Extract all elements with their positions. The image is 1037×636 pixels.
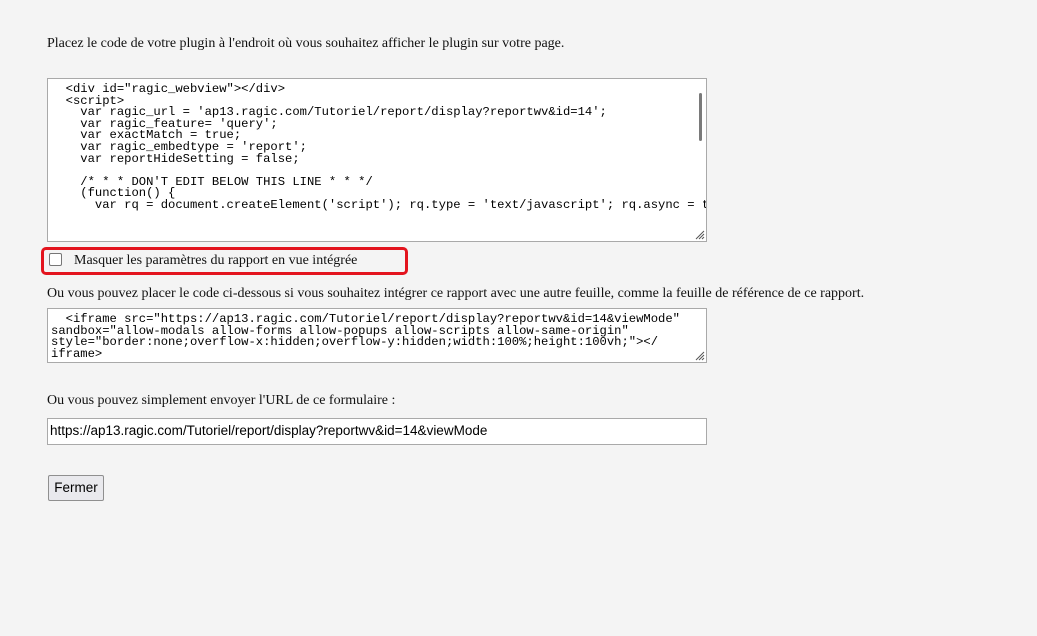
close-button[interactable]: Fermer xyxy=(48,475,104,501)
iframe-code-content: <iframe src="https://ap13.ragic.com/Tuto… xyxy=(51,312,680,361)
hide-settings-label: Masquer les paramètres du rapport en vue… xyxy=(74,253,358,268)
iframe-code-textarea[interactable]: <iframe src="https://ap13.ragic.com/Tuto… xyxy=(47,308,707,363)
hide-settings-checkbox[interactable] xyxy=(49,253,62,266)
iframe-intro-text: Ou vous pouvez placer le code ci-dessous… xyxy=(47,286,865,301)
plugin-code-textarea[interactable]: <div id="ragic_webview"></div> <script> … xyxy=(47,78,707,242)
resize-grip-icon[interactable] xyxy=(693,349,705,361)
intro-text: Placez le code de votre plugin à l'endro… xyxy=(47,36,565,51)
url-intro-text: Ou vous pouvez simplement envoyer l'URL … xyxy=(47,393,396,408)
url-field[interactable]: https://ap13.ragic.com/Tutoriel/report/d… xyxy=(47,418,707,445)
resize-grip-icon[interactable] xyxy=(693,228,705,240)
embed-dialog: Placez le code de votre plugin à l'endro… xyxy=(0,0,1037,636)
scrollbar[interactable] xyxy=(699,93,702,141)
plugin-code-content: <div id="ragic_webview"></div> <script> … xyxy=(65,82,706,212)
